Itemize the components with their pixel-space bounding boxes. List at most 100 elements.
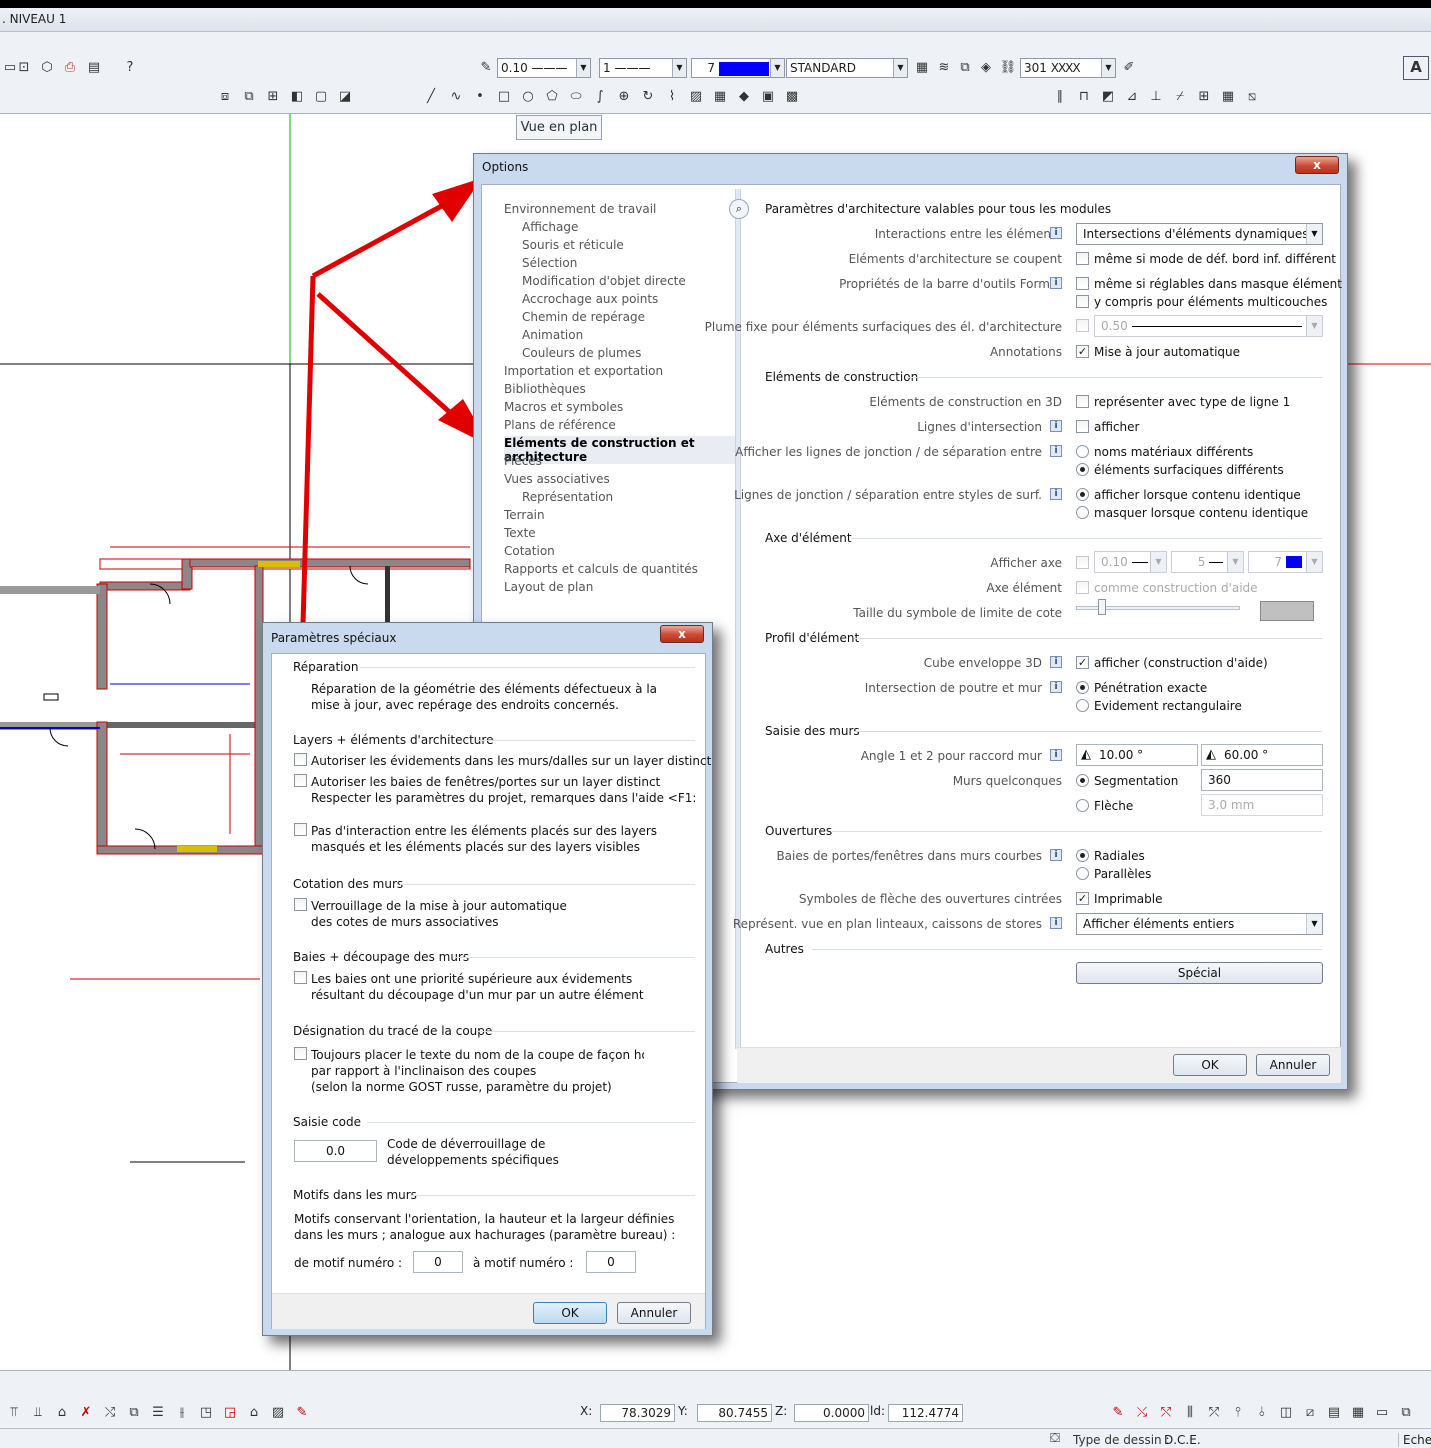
image-icon[interactable]: ▣ [758, 87, 778, 107]
nav-item[interactable]: Cotation [504, 544, 555, 558]
slab-icon[interactable]: ◩ [1098, 87, 1118, 107]
tool-icon-6[interactable]: ⧉ [124, 1403, 144, 1423]
tool-icon-10[interactable]: ◲ [220, 1403, 240, 1423]
fill-icon[interactable]: ◆ [734, 87, 754, 107]
checkbox-baies-layer[interactable] [294, 774, 307, 787]
modify-icon-7[interactable]: ⫰ [1252, 1403, 1272, 1423]
layer-select[interactable]: STANDARD ▼ [786, 58, 908, 78]
special-ok-button[interactable]: OK [533, 1302, 607, 1324]
line-icon[interactable]: ╱ [421, 87, 441, 107]
tool-icon-5[interactable]: ⤭ [100, 1403, 120, 1423]
polygon-icon[interactable]: ⬠ [542, 87, 562, 107]
view-icon-4[interactable]: ◧ [287, 87, 307, 107]
modify-icon-10[interactable]: ▤ [1324, 1403, 1344, 1423]
hatch-select[interactable]: 301 XXXX ▼ [1020, 58, 1116, 78]
crosshair-icon[interactable]: ⊕ [614, 87, 634, 107]
info-icon[interactable]: i [1050, 849, 1062, 861]
layer-stack-icon[interactable]: ⧉ [955, 58, 975, 78]
tool-icon-8[interactable]: ⫲ [172, 1403, 192, 1423]
special-close-button[interactable]: x [660, 625, 704, 643]
checkbox-interaction-layers[interactable] [294, 823, 307, 836]
nav-item[interactable]: Accrochage aux points [522, 292, 658, 306]
modify-icon-1[interactable]: ✎ [1108, 1403, 1128, 1423]
checkbox-imprimable[interactable]: ✓ [1076, 892, 1089, 905]
view-icon-3[interactable]: ⊞ [263, 87, 283, 107]
de-motif-field[interactable]: 0 [413, 1251, 463, 1273]
modify-icon-8[interactable]: ◫ [1276, 1403, 1296, 1423]
code-field[interactable]: 0.0 [294, 1140, 377, 1162]
nav-item[interactable]: Macros et symboles [504, 400, 623, 414]
modify-icon-11[interactable]: ▦ [1348, 1403, 1368, 1423]
spline-icon[interactable]: ∿ [446, 87, 466, 107]
line-type-select[interactable]: 1 ——— ▼ [599, 58, 687, 78]
stair-icon[interactable]: ⊿ [1122, 87, 1142, 107]
checkbox-bord[interactable] [1076, 252, 1089, 265]
taille-slider-thumb[interactable] [1098, 599, 1106, 615]
search-icon[interactable]: ⌕ [729, 199, 749, 219]
point-icon[interactable]: • [470, 87, 490, 107]
layer-settings-icon[interactable]: ▦ [912, 58, 932, 78]
nav-item[interactable]: Terrain [504, 508, 545, 522]
checkbox-baies-priorite[interactable] [294, 971, 307, 984]
info-icon[interactable]: i [1050, 681, 1062, 693]
axe-color-combo[interactable]: 7 ▼ [1248, 551, 1323, 573]
wall-icon[interactable]: ∥ [1050, 87, 1070, 107]
nav-item[interactable]: Souris et réticule [522, 238, 624, 252]
help-icon[interactable]: ? [120, 58, 140, 78]
ellipse-icon[interactable]: ⬭ [566, 87, 586, 107]
pen-icon[interactable]: ✎ [476, 58, 496, 78]
cube-icon[interactable]: ⬡ [37, 58, 57, 78]
rotate-icon[interactable]: ↻ [638, 87, 658, 107]
angle2-field[interactable]: ◭ 60.00 ° [1201, 744, 1323, 766]
checkbox-multicouches[interactable] [1076, 295, 1089, 308]
nav-item[interactable]: Représentation [522, 490, 613, 504]
modify-icon-3[interactable]: ⤲ [1156, 1403, 1176, 1423]
nav-item[interactable]: Couleurs de plumes [522, 346, 641, 360]
segmentation-field[interactable]: 360 [1201, 769, 1323, 791]
nav-item[interactable]: Sélection [522, 256, 577, 270]
nav-item[interactable]: Importation et exportation [504, 364, 663, 378]
pdf-icon[interactable]: ⎙ [60, 58, 80, 78]
a-motif-field[interactable]: 0 [586, 1251, 636, 1273]
fleche-field[interactable]: 3.0 mm [1201, 794, 1323, 816]
circle-icon[interactable]: ○ [518, 87, 538, 107]
tool-icon-13[interactable]: ✎ [292, 1403, 312, 1423]
checkbox-texte-horizontal[interactable] [294, 1047, 307, 1060]
radio-penetration[interactable] [1076, 681, 1089, 694]
options-close-button[interactable]: x [1295, 156, 1339, 174]
format-brush-icon[interactable]: ✐ [1119, 58, 1139, 78]
radio-fleche[interactable] [1076, 799, 1089, 812]
tool-icon-12[interactable]: ▨ [268, 1403, 288, 1423]
modify-icon-9[interactable]: ⧄ [1300, 1403, 1320, 1423]
beam-icon[interactable]: ⊥ [1146, 87, 1166, 107]
axe-line-combo[interactable]: 5 ▼ [1171, 551, 1244, 573]
info-icon[interactable]: i [1050, 420, 1062, 432]
curve-icon[interactable]: ∫ [590, 87, 610, 107]
info-icon[interactable]: i [1050, 656, 1062, 668]
rectangle-icon[interactable]: □ [494, 87, 514, 107]
modify-icon-2[interactable]: ⤯ [1132, 1403, 1152, 1423]
nav-item[interactable]: Chemin de repérage [522, 310, 645, 324]
freeform-icon[interactable]: ⌇ [662, 87, 682, 107]
special-cancel-button[interactable]: Annuler [617, 1302, 691, 1324]
modify-icon-5[interactable]: ⤱ [1204, 1403, 1224, 1423]
tool-icon-9[interactable]: ◳ [196, 1403, 216, 1423]
window-icon[interactable]: ⊞ [1194, 87, 1214, 107]
checkbox-aide[interactable] [1076, 581, 1089, 594]
angle1-field[interactable]: ◭ 10.00 ° [1076, 744, 1198, 766]
chain-icon[interactable]: ⛓ [998, 58, 1018, 78]
tool-icon-1[interactable]: ⫪ [4, 1403, 24, 1423]
info-icon[interactable]: i [1050, 749, 1062, 761]
info-icon[interactable]: i [1050, 445, 1062, 457]
checkbox-type-ligne[interactable] [1076, 395, 1089, 408]
represent-combo[interactable]: Afficher éléments entiers ▼ [1076, 913, 1323, 935]
checkbox-afficher-axe[interactable] [1076, 556, 1089, 569]
checkbox-evidements-layer[interactable] [294, 753, 307, 766]
layout-icon[interactable]: ⊡ [14, 58, 34, 78]
checkbox-afficher[interactable] [1076, 420, 1089, 433]
nav-item[interactable]: Texte [504, 526, 536, 540]
hatch-icon[interactable]: ▨ [686, 87, 706, 107]
radio-afficher-identique[interactable] [1076, 488, 1089, 501]
nav-item[interactable]: Rapports et calculs de quantités [504, 562, 698, 576]
checkbox-masque[interactable] [1076, 277, 1089, 290]
